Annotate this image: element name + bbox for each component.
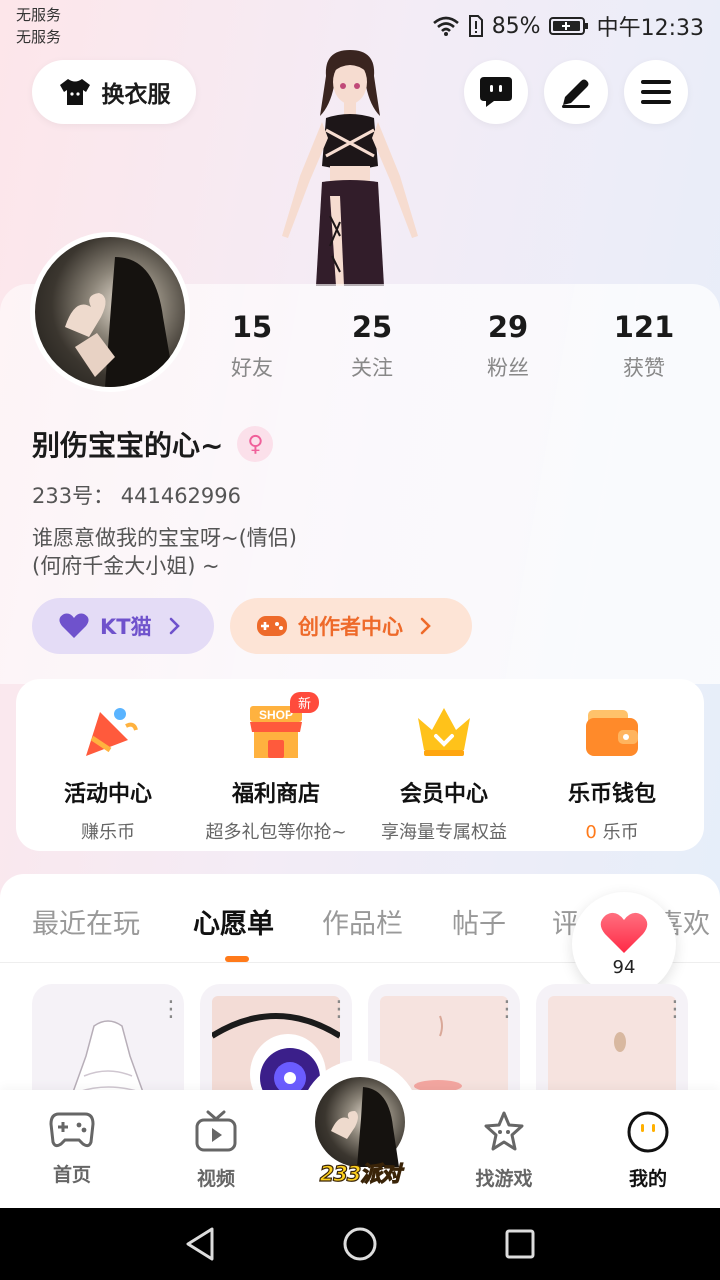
menu-icon	[641, 80, 671, 104]
purple-heart-icon	[59, 613, 89, 638]
gamepad-icon	[257, 616, 287, 636]
shop-sign-text: SHOP	[259, 708, 293, 722]
recents-icon[interactable]	[504, 1228, 536, 1260]
activity-center[interactable]: 活动中心 赚乐币	[24, 700, 192, 844]
pencil-icon	[562, 79, 590, 108]
nav-label: 找游戏	[475, 1168, 533, 1190]
change-outfit-button[interactable]: 换衣服	[32, 60, 196, 124]
crown-icon	[418, 708, 470, 756]
tab-posts[interactable]: 帖子	[452, 902, 506, 941]
shirt-icon	[59, 79, 90, 105]
member-center[interactable]: 会员中心 享海量专属权益	[360, 700, 528, 844]
stat-value: 25	[351, 310, 393, 344]
avatar-photo	[331, 1087, 399, 1167]
home-icon[interactable]	[342, 1226, 378, 1262]
chat-bubble-icon	[480, 77, 512, 107]
nickname: 别伤宝宝的心~	[32, 429, 224, 462]
feature-subtitle: 享海量专属权益	[381, 822, 507, 843]
coin-balance: 0	[585, 822, 597, 843]
stat-label: 关注	[351, 356, 393, 380]
new-badge: 新	[290, 692, 320, 713]
stat-friends[interactable]: 15 好友	[192, 310, 312, 382]
battery-percent: 85%	[491, 13, 541, 39]
carrier-label-2: 无服务	[16, 28, 62, 46]
heart-icon	[600, 912, 648, 953]
bio-line: 谁愿意做我的宝宝呀~(情侣)	[32, 526, 297, 550]
avatar-character[interactable]	[260, 46, 440, 286]
coin-wallet[interactable]: 乐币钱包 0 乐币	[528, 700, 696, 844]
creator-center-button[interactable]: 创作者中心	[230, 598, 472, 654]
system-nav-bar	[0, 1208, 720, 1280]
bio: 谁愿意做我的宝宝呀~(情侣) (何府千金大小姐) ~	[32, 524, 297, 580]
profile-avatar[interactable]	[30, 232, 190, 392]
creator-center-label: 创作者中心	[298, 615, 403, 639]
tab-wishlist[interactable]: 心愿单	[193, 902, 274, 941]
edit-profile-button[interactable]	[544, 60, 608, 124]
nav-me[interactable]: 我的	[593, 1110, 703, 1191]
feature-subtitle: 0 乐币	[528, 818, 696, 844]
nav-video[interactable]: 视频	[161, 1110, 271, 1191]
stat-following[interactable]: 25 关注	[312, 310, 432, 382]
menu-button[interactable]	[624, 60, 688, 124]
stat-label: 获赞	[623, 356, 665, 380]
more-options-icon[interactable]: ⋮	[160, 999, 182, 1021]
feature-title: 会员中心	[399, 782, 488, 807]
chevron-right-icon	[169, 617, 180, 635]
welfare-shop[interactable]: SHOP 新 福利商店 超多礼包等你抢~	[192, 692, 360, 844]
stat-likes[interactable]: 121 获赞	[584, 310, 704, 382]
avatar-photo	[65, 257, 175, 387]
status-bar-right: 85% 中午12:33	[432, 10, 704, 42]
gamepad-icon	[49, 1112, 95, 1148]
tab-recently-played[interactable]: 最近在玩	[32, 902, 140, 941]
likes-count: 94	[612, 956, 636, 978]
stat-value: 121	[613, 310, 675, 344]
party-popper-icon	[86, 708, 138, 756]
likes-bubble[interactable]: 94	[572, 892, 676, 996]
kt-cat-label: KT猫	[100, 615, 152, 639]
message-button[interactable]	[464, 60, 528, 124]
wifi-icon	[432, 16, 459, 36]
sim-alert-icon	[468, 15, 483, 37]
profile-nickname-row: 别伤宝宝的心~ ♀	[32, 424, 274, 464]
wallet-icon	[586, 710, 638, 756]
nav-label: 首页	[52, 1164, 91, 1186]
feature-subtitle: 超多礼包等你抢~	[205, 822, 347, 843]
chevron-right-icon	[420, 617, 431, 635]
coin-unit: 乐币	[602, 822, 639, 843]
stat-value: 29	[487, 310, 529, 344]
party-logo[interactable]: 233派对	[310, 1158, 410, 1188]
change-outfit-label: 换衣服	[101, 82, 171, 108]
stat-value: 15	[231, 310, 273, 344]
feature-title: 活动中心	[63, 782, 152, 807]
more-options-icon[interactable]: ⋮	[664, 999, 686, 1021]
status-time: 中午12:33	[596, 16, 704, 41]
kt-cat-button[interactable]: KT猫	[32, 598, 214, 654]
feature-title: 福利商店	[231, 782, 320, 807]
user-id: 233号： 441462996	[32, 484, 242, 508]
nav-label: 我的	[628, 1168, 667, 1190]
female-gender-icon: ♀	[237, 426, 274, 462]
feature-title: 乐币钱包	[567, 782, 656, 807]
back-icon[interactable]	[184, 1226, 216, 1262]
battery-icon	[548, 17, 588, 35]
tab-works[interactable]: 作品栏	[322, 902, 403, 941]
smiley-face-icon	[627, 1111, 669, 1153]
stat-label: 好友	[231, 356, 273, 380]
more-options-icon[interactable]: ⋮	[496, 999, 518, 1021]
nav-find-games[interactable]: 找游戏	[449, 1110, 559, 1191]
feature-subtitle: 赚乐币	[81, 822, 135, 843]
bio-line: (何府千金大小姐) ~	[32, 554, 220, 578]
star-icon	[484, 1111, 524, 1151]
carrier-label-1: 无服务	[16, 6, 62, 24]
tv-icon	[195, 1110, 237, 1152]
stat-label: 粉丝	[487, 356, 529, 380]
nav-home[interactable]: 首页	[17, 1110, 127, 1187]
stat-fans[interactable]: 29 粉丝	[448, 310, 568, 382]
more-options-icon[interactable]: ⋮	[328, 999, 350, 1021]
nav-label: 视频	[196, 1168, 235, 1190]
party-avatar[interactable]	[312, 1074, 408, 1170]
